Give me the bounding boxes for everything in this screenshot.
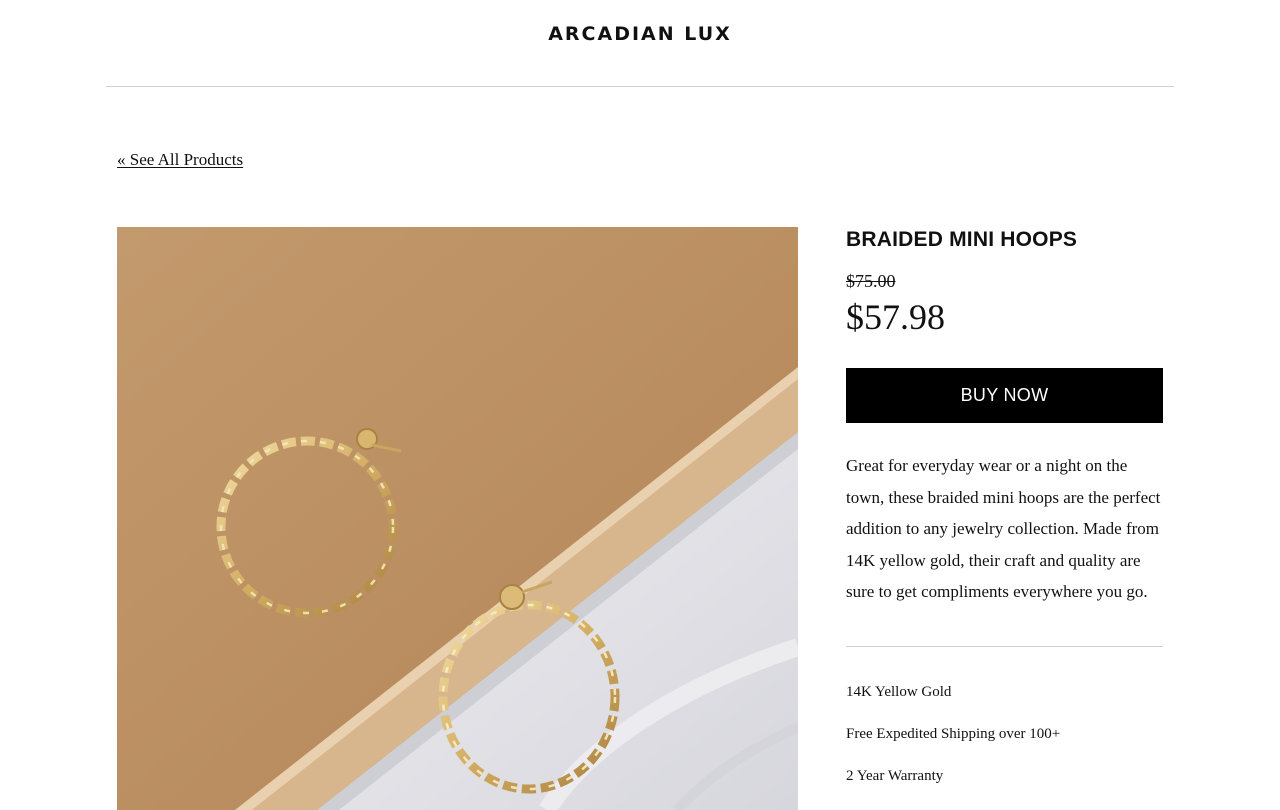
sale-price: $57.98 <box>846 297 945 337</box>
product-page: ARCADIAN LUX « See All Products BRAIDED … <box>0 0 1280 810</box>
feature-item-material: 14K Yellow Gold <box>846 683 952 700</box>
feature-item-warranty: 2 Year Warranty <box>846 767 944 784</box>
see-all-products-link[interactable]: « See All Products <box>117 150 243 170</box>
product-title: BRAIDED MINI HOOPS <box>846 228 1078 251</box>
earrings-photo <box>117 227 798 810</box>
feature-list: 14K Yellow Gold Free Expedited Shipping … <box>846 683 1163 785</box>
brand-logo[interactable]: ARCADIAN LUX <box>106 23 1174 45</box>
original-price: $75.00 <box>846 271 896 291</box>
site-header: ARCADIAN LUX <box>106 0 1174 87</box>
feature-item-shipping: Free Expedited Shipping over 100+ <box>846 725 1061 742</box>
product-description: Great for everyday wear or a night on th… <box>846 456 1161 601</box>
divider <box>846 645 1163 647</box>
buy-now-button[interactable]: BUY NOW <box>846 368 1163 423</box>
product-info: BRAIDED MINI HOOPS $75.00 $57.98 BUY NOW… <box>846 227 1163 809</box>
product-image[interactable] <box>117 227 798 810</box>
